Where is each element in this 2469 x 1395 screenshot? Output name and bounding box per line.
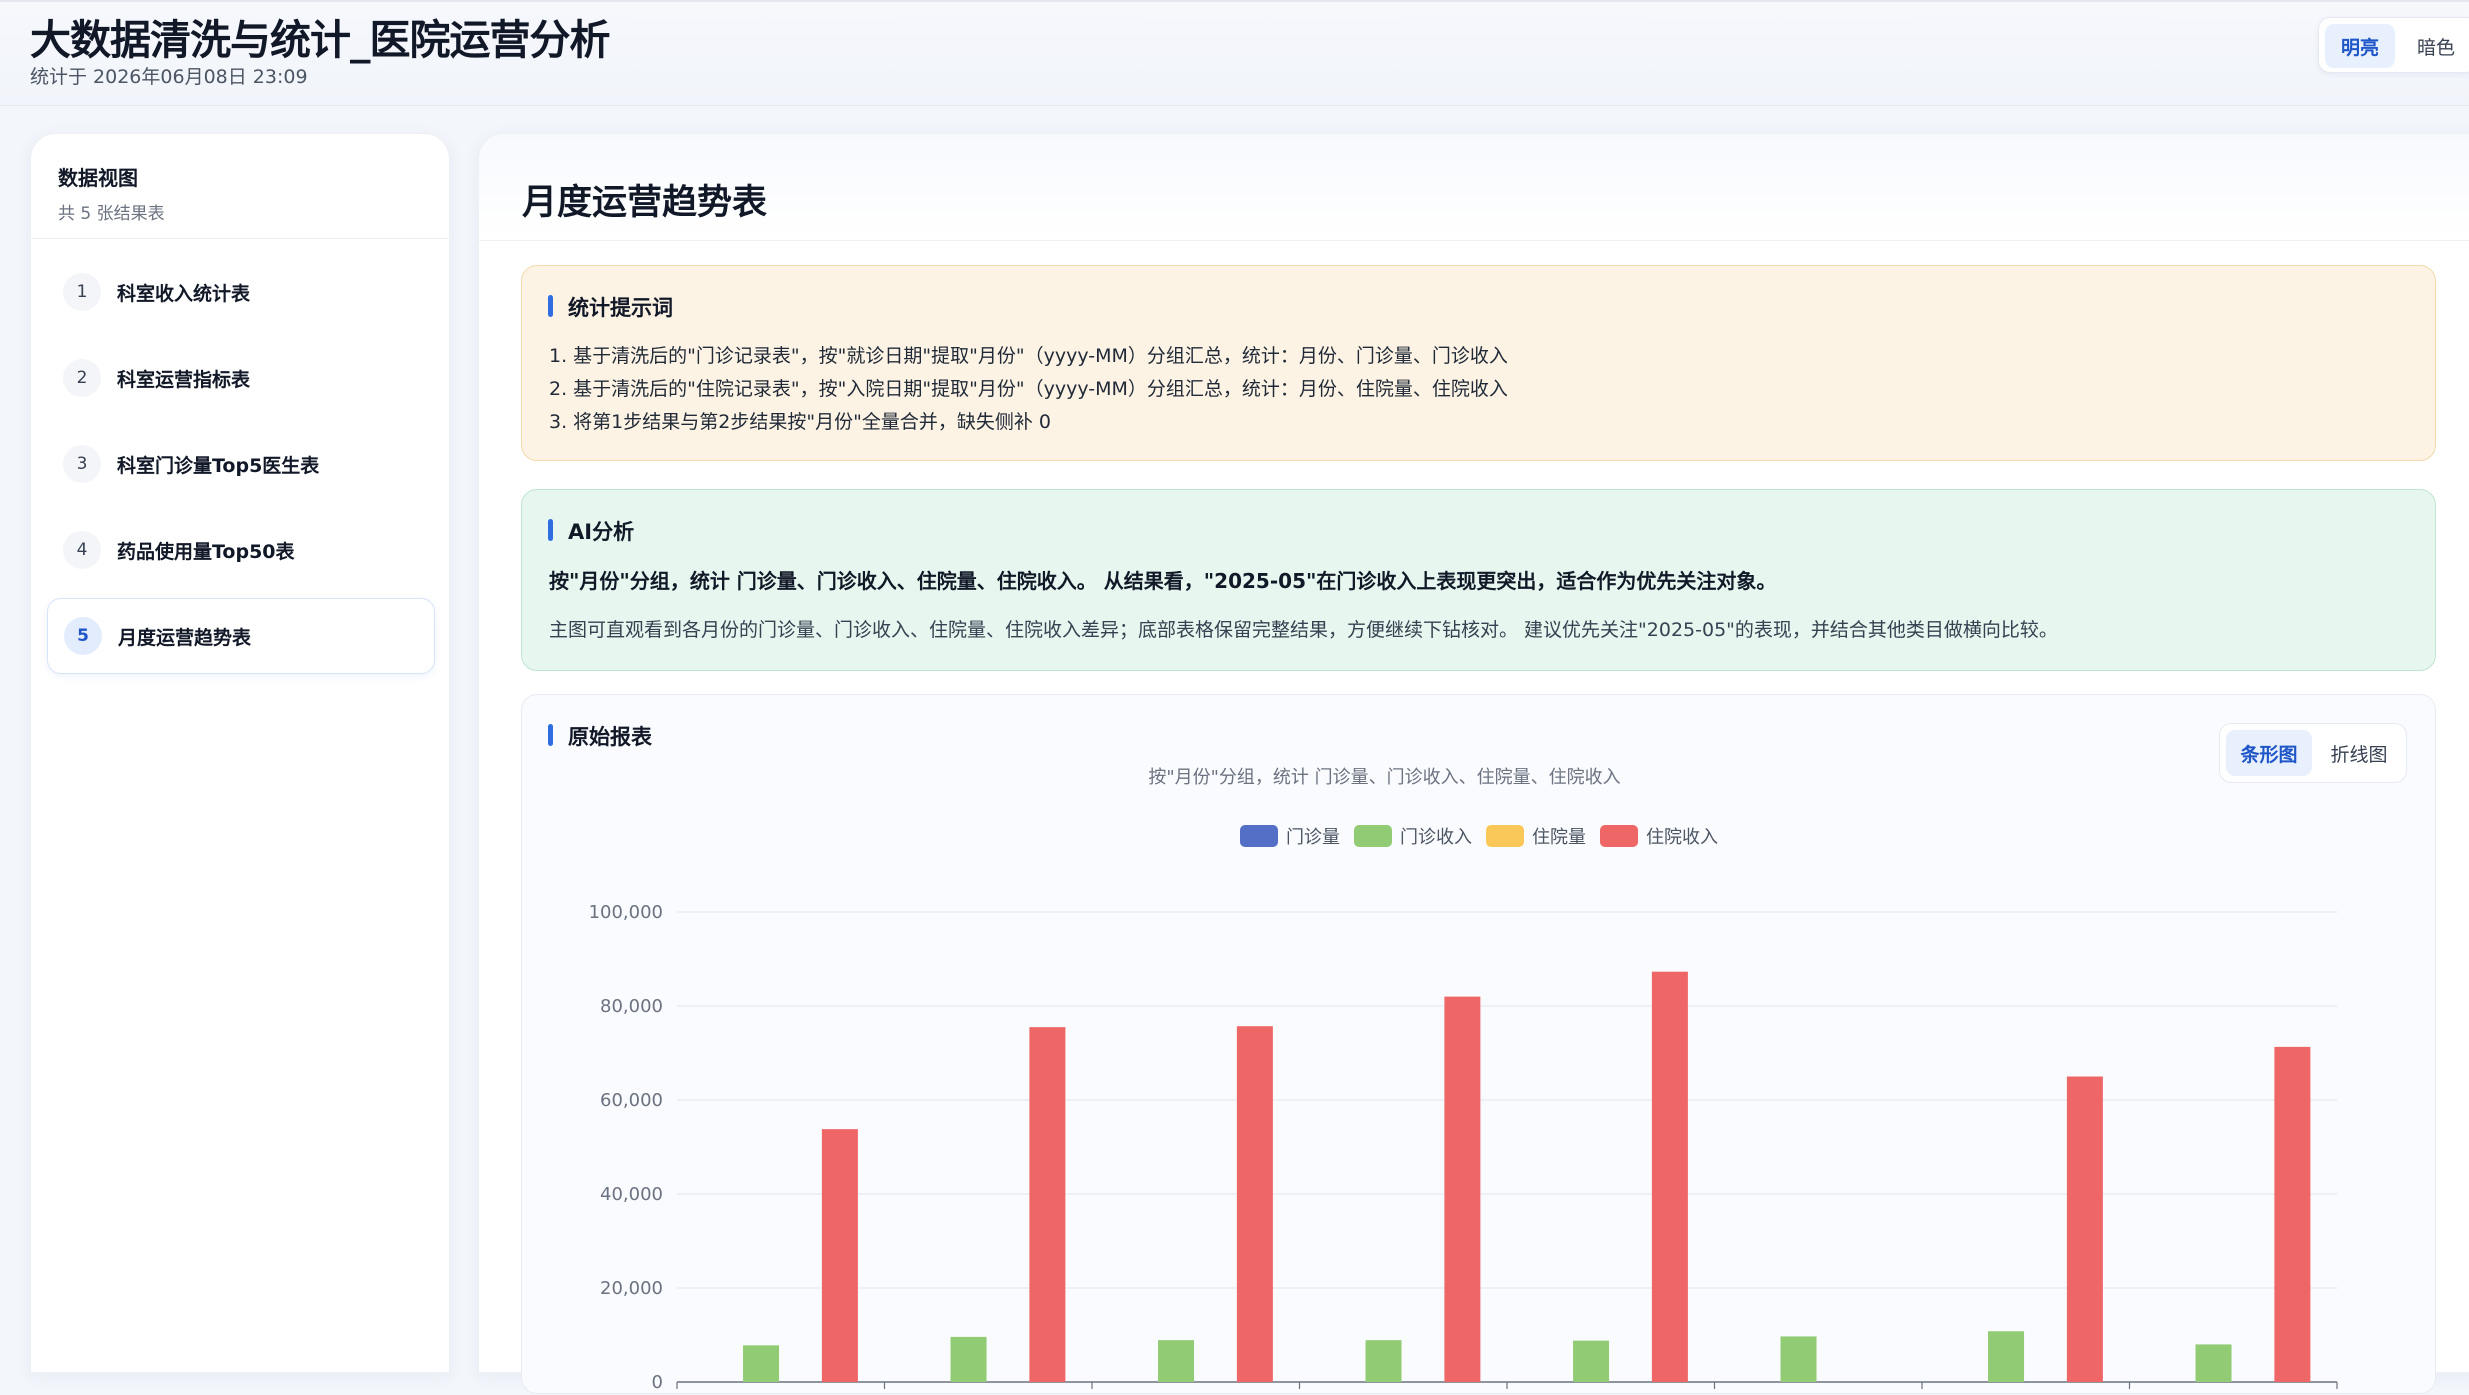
chart-bar: [1029, 1027, 1066, 1382]
sidebar-item-1[interactable]: 1 科室收入统计表: [47, 254, 435, 330]
sidebar-title: 数据视图: [58, 166, 138, 190]
y-tick-label: 40,000: [600, 1184, 663, 1205]
y-tick-label: 20,000: [600, 1278, 663, 1299]
chart-bar: [950, 1336, 987, 1382]
theme-light-button[interactable]: 明亮: [2325, 24, 2395, 68]
ai-title: AI分析: [548, 516, 634, 546]
ai-analysis-card: AI分析 按"月份"分组，统计 门诊量、门诊收入、住院量、住院收入。 从结果看，…: [521, 489, 2436, 671]
bar-chart: 020,00040,00060,00080,000100,0002025-012…: [589, 902, 2338, 1395]
chart-bar: [2066, 1076, 2103, 1382]
app-header: 大数据清洗与统计_医院运营分析 统计于 2026年06月08日 23:09 明亮…: [0, 0, 2469, 106]
app-title: 大数据清洗与统计_医院运营分析: [30, 16, 610, 64]
chart-bar: [1573, 1340, 1610, 1382]
chart-bar: [1158, 1340, 1195, 1382]
chart-bar: [1444, 996, 1481, 1382]
y-tick-label: 100,000: [589, 902, 663, 923]
prompt-line: 1. 基于清洗后的"门诊记录表"，按"就诊日期"提取"月份"（yyyy-MM）分…: [549, 345, 1508, 367]
chart-bar: [1988, 1331, 2025, 1382]
chart-bar: [743, 1345, 780, 1382]
sidebar-item-number: 1: [63, 273, 101, 311]
chart-bar: [1365, 1340, 1402, 1382]
prompt-card: 统计提示词 1. 基于清洗后的"门诊记录表"，按"就诊日期"提取"月份"（yyy…: [521, 265, 2436, 461]
sidebar-item-3[interactable]: 3 科室门诊量Top5医生表: [47, 426, 435, 502]
main-header: 月度运营趋势表: [479, 134, 2469, 241]
sidebar-item-label: 药品使用量Top50表: [117, 540, 295, 563]
sidebar-item-number: 2: [63, 359, 101, 397]
sidebar-item-number: 3: [63, 445, 101, 483]
prompt-line: 3. 将第1步结果与第2步结果按"月份"全量合并，缺失侧补 0: [549, 411, 1051, 433]
prompt-line: 2. 基于清洗后的"住院记录表"，按"入院日期"提取"月份"（yyyy-MM）分…: [549, 378, 1508, 400]
sidebar: 数据视图 共 5 张结果表 1 科室收入统计表 2 科室运营指标表 3 科室门诊…: [30, 133, 450, 1373]
sidebar-header: 数据视图 共 5 张结果表: [31, 134, 449, 239]
theme-dark-button[interactable]: 暗色: [2401, 24, 2469, 68]
sidebar-item-label: 科室运营指标表: [117, 368, 251, 391]
sidebar-item-label: 月度运营趋势表: [118, 626, 252, 649]
sidebar-item-5[interactable]: 5 月度运营趋势表: [47, 598, 435, 674]
ai-detail: 主图可直观看到各月份的门诊量、门诊收入、住院量、住院收入差异；底部表格保留完整结…: [549, 619, 2058, 641]
y-tick-label: 60,000: [600, 1090, 663, 1111]
y-tick-label: 80,000: [600, 996, 663, 1017]
sidebar-item-number: 5: [64, 617, 102, 655]
sidebar-item-label: 科室门诊量Top5医生表: [117, 454, 320, 477]
chart-bar: [2195, 1344, 2232, 1382]
report-card: 原始报表 条形图 折线图 按"月份"分组，统计 门诊量、门诊收入、住院量、住院收…: [521, 694, 2436, 1395]
chart-bar: [1651, 971, 1688, 1382]
prompt-title: 统计提示词: [548, 292, 673, 322]
sidebar-item-4[interactable]: 4 药品使用量Top50表: [47, 512, 435, 588]
y-tick-label: 0: [652, 1372, 663, 1393]
chart-bar: [2274, 1046, 2311, 1382]
sidebar-item-label: 科室收入统计表: [117, 282, 251, 305]
ai-headline: 按"月份"分组，统计 门诊量、门诊收入、住院量、住院收入。 从结果看，"2025…: [549, 569, 1777, 593]
theme-toggle: 明亮 暗色: [2318, 17, 2469, 73]
sidebar-count: 共 5 张结果表: [58, 204, 165, 224]
chart-bar: [1780, 1336, 1817, 1382]
sidebar-item-2[interactable]: 2 科室运营指标表: [47, 340, 435, 416]
main-panel: 月度运营趋势表 统计提示词 1. 基于清洗后的"门诊记录表"，按"就诊日期"提取…: [478, 133, 2469, 1395]
chart-bar: [821, 1129, 858, 1382]
sidebar-item-number: 4: [63, 531, 101, 569]
page-title: 月度运营趋势表: [522, 183, 768, 223]
app-subtitle: 统计于 2026年06月08日 23:09: [30, 66, 308, 88]
chart-bar: [1236, 1026, 1273, 1382]
